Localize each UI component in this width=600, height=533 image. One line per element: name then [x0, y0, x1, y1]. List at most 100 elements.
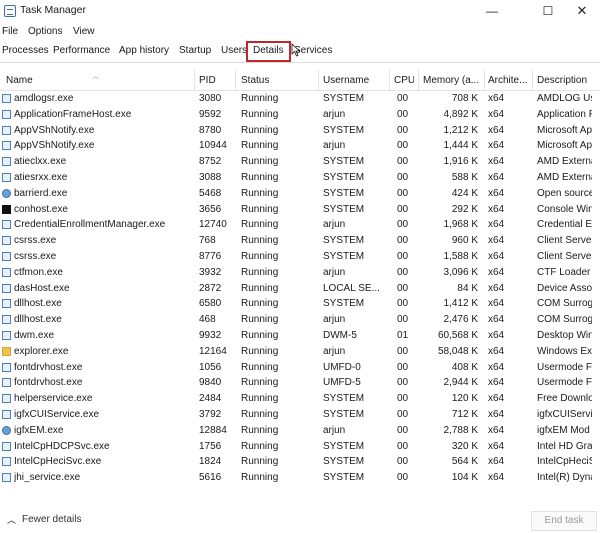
- tab-startup[interactable]: Startup: [179, 45, 211, 56]
- tab-app-history[interactable]: App history: [119, 45, 169, 56]
- column-divider[interactable]: [418, 70, 419, 90]
- cell-status: Running: [241, 140, 279, 152]
- table-row[interactable]: ctfmon.exe 3932 Running arjun 00 3,096 K x64 CT…: [0, 266, 600, 282]
- cell-name: csrss.exe: [14, 251, 57, 262]
- minimize-button[interactable]: —: [470, 0, 514, 22]
- cell-arch: x64: [488, 140, 505, 152]
- menu-file[interactable]: File: [2, 26, 18, 37]
- cell-cpu: 00: [397, 203, 409, 215]
- cell-name: IntelCpHeciSvc.exe: [14, 456, 102, 468]
- cell-name: amdlogsr.exe: [14, 93, 74, 104]
- column-architecture[interactable]: Archite...: [488, 75, 530, 86]
- column-status[interactable]: Status: [241, 75, 311, 86]
- process-icon: [2, 362, 11, 372]
- column-divider[interactable]: [389, 70, 390, 90]
- cell-cpu: 00: [397, 172, 409, 183]
- process-icon: [2, 425, 11, 435]
- table-row[interactable]: igfxCUIService.exe 3792 Running SYSTEM 00 712…: [0, 408, 600, 424]
- cell-status: Running: [241, 409, 279, 420]
- column-divider[interactable]: [235, 70, 236, 90]
- cell-mem: 2,944 K: [443, 377, 478, 389]
- cell-arch: x64: [488, 424, 505, 436]
- table-row[interactable]: helperservice.exe 2484 Running SYSTEM 00 120 …: [0, 392, 600, 408]
- chevron-up-icon[interactable]: ︿: [7, 513, 16, 526]
- column-divider[interactable]: [484, 70, 485, 90]
- process-icon: [2, 109, 11, 119]
- column-description[interactable]: Description: [537, 75, 592, 86]
- table-row[interactable]: csrss.exe 8776 Running SYSTEM 00 1,588 K x64 Cl…: [0, 250, 600, 266]
- column-divider[interactable]: [532, 70, 533, 90]
- cell-cpu: 00: [397, 409, 409, 420]
- cell-desc: Client Server: [537, 251, 592, 262]
- menu-options[interactable]: Options: [28, 26, 62, 37]
- column-pid[interactable]: PID: [199, 75, 229, 86]
- tab-details[interactable]: Details: [246, 41, 291, 62]
- table-row[interactable]: IntelCpHDCPSvc.exe 1756 Running SYSTEM 00 320…: [0, 440, 600, 456]
- cell-name: conhost.exe: [14, 203, 68, 215]
- cell-status: Running: [241, 440, 279, 452]
- end-task-button[interactable]: End task: [531, 511, 597, 531]
- cell-desc: Client Server: [537, 235, 592, 247]
- vertical-scrollbar[interactable]: [592, 70, 600, 488]
- table-row[interactable]: dasHost.exe 2872 Running LOCAL SE... 00 84 K x…: [0, 282, 600, 298]
- table-row[interactable]: barrierd.exe 5468 Running SYSTEM 00 424 K x64 O…: [0, 187, 600, 203]
- column-name[interactable]: Name: [6, 75, 186, 86]
- table-row[interactable]: explorer.exe 12164 Running arjun 00 58,048 K x…: [0, 345, 600, 361]
- cell-pid: 12164: [199, 345, 227, 357]
- process-icon: [2, 283, 11, 293]
- cell-pid: 9592: [199, 108, 222, 120]
- column-username[interactable]: Username: [323, 75, 385, 86]
- table-row[interactable]: amdlogsr.exe 3080 Running SYSTEM 00 708 K x64 A…: [0, 92, 600, 108]
- table-row[interactable]: fontdrvhost.exe 9840 Running UMFD-5 00 2,944 …: [0, 376, 600, 392]
- cell-name: explorer.exe: [14, 345, 69, 357]
- fewer-details-link[interactable]: Fewer details: [22, 514, 81, 525]
- cell-name: IntelCpHDCPSvc.exe: [14, 440, 110, 452]
- tab-users[interactable]: Users: [221, 45, 247, 56]
- column-divider[interactable]: [318, 70, 319, 90]
- cell-desc: Usermode Fo: [537, 377, 592, 389]
- column-cpu[interactable]: CPU: [394, 75, 414, 86]
- column-memory[interactable]: Memory (a...: [423, 75, 483, 86]
- tab-performance[interactable]: Performance: [53, 45, 110, 56]
- cell-arch: x64: [488, 203, 505, 215]
- table-row[interactable]: AppVShNotify.exe 10944 Running arjun 00 1,444…: [0, 139, 600, 155]
- table-row[interactable]: igfxEM.exe 12884 Running arjun 00 2,788 K x64 i…: [0, 424, 600, 440]
- table-row[interactable]: atieclxx.exe 8752 Running SYSTEM 00 1,916 K x6…: [0, 155, 600, 171]
- table-row[interactable]: IntelCpHeciSvc.exe 1824 Running SYSTEM 00 564…: [0, 455, 600, 471]
- tab-processes[interactable]: Processes: [2, 45, 49, 56]
- column-header: ︿ Name PID Status Username CPU Memory (a…: [0, 70, 600, 91]
- table-row[interactable]: dllhost.exe 6580 Running SYSTEM 00 1,412 K x64…: [0, 297, 600, 313]
- table-row[interactable]: CredentialEnrollmentManager.exe 12740 Runn…: [0, 218, 600, 234]
- column-divider[interactable]: [194, 70, 195, 90]
- cell-pid: 1824: [199, 456, 222, 468]
- table-row[interactable]: conhost.exe 3656 Running SYSTEM 00 292 K x64 Co…: [0, 203, 600, 219]
- cell-user: SYSTEM: [323, 203, 365, 215]
- close-button[interactable]: ✕: [560, 0, 600, 22]
- cell-arch: x64: [488, 187, 505, 199]
- cell-pid: 9840: [199, 377, 222, 389]
- cell-name: dllhost.exe: [14, 314, 62, 326]
- menu-view[interactable]: View: [73, 26, 95, 37]
- table-row[interactable]: dwm.exe 9932 Running DWM-5 01 60,568 K x64 Desk…: [0, 329, 600, 345]
- cell-status: Running: [241, 456, 279, 468]
- table-row[interactable]: dllhost.exe 468 Running arjun 00 2,476 K x64 CO…: [0, 313, 600, 329]
- cell-arch: x64: [488, 393, 505, 405]
- table-row[interactable]: fontdrvhost.exe 1056 Running UMFD-0 00 408 K x…: [0, 361, 600, 377]
- cell-arch: x64: [488, 266, 505, 278]
- cell-desc: igfxCUIServic: [537, 409, 592, 420]
- table-row[interactable]: atiesrxx.exe 3088 Running SYSTEM 00 588 K x64 A…: [0, 171, 600, 187]
- cell-cpu: 00: [397, 93, 409, 104]
- cell-name: barrierd.exe: [14, 187, 68, 199]
- table-row[interactable]: csrss.exe 768 Running SYSTEM 00 960 K x64 Clien…: [0, 234, 600, 250]
- cell-mem: 320 K: [451, 440, 478, 452]
- table-row[interactable]: AppVShNotify.exe 8780 Running SYSTEM 00 1,212…: [0, 124, 600, 140]
- cell-arch: x64: [488, 172, 505, 183]
- table-row[interactable]: ApplicationFrameHost.exe 9592 Running arjun…: [0, 108, 600, 124]
- cell-cpu: 01: [397, 330, 409, 341]
- table-row[interactable]: jhi_service.exe 5616 Running SYSTEM 00 104 K x…: [0, 471, 600, 487]
- cell-user: UMFD-0: [323, 361, 361, 373]
- cell-user: SYSTEM: [323, 393, 365, 405]
- task-manager-icon: [4, 5, 16, 17]
- cell-pid: 768: [199, 235, 216, 247]
- cell-cpu: 00: [397, 124, 409, 136]
